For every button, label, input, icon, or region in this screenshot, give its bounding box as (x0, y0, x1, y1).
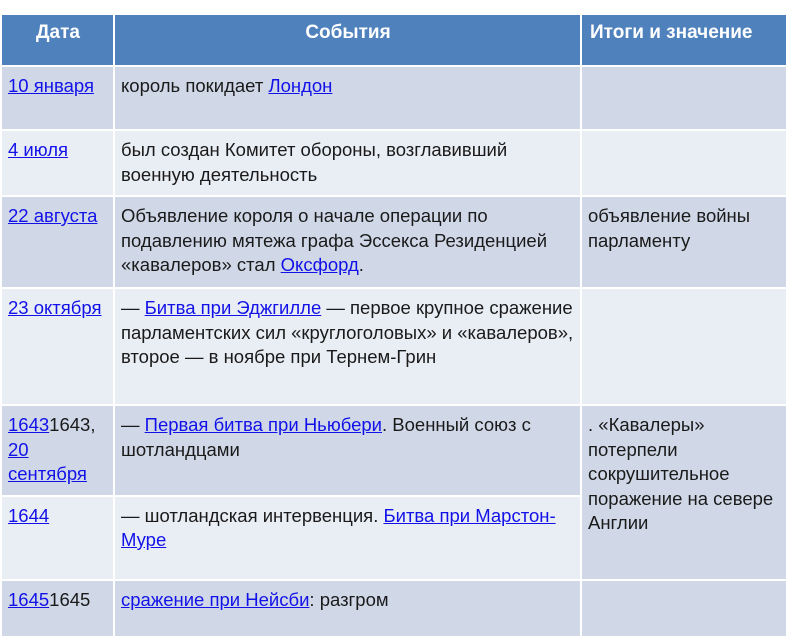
header-events: События (113, 13, 582, 67)
oxford-link[interactable]: Оксфорд (281, 254, 359, 275)
result-cell: объявление войны парламенту (580, 195, 788, 289)
table-row: 23 октября — Битва при Эджгилле — первое… (0, 287, 788, 406)
date-link[interactable]: 20 сентября (8, 439, 87, 485)
event-text: — шотландская интервенция. (121, 504, 384, 526)
events-cell: — Битва при Эджгилле — первое крупное ср… (113, 287, 582, 406)
year-text: 1643 (49, 414, 91, 435)
table-row: 4 июля был создан Комитет обороны, возгл… (0, 129, 788, 197)
london-link[interactable]: Лондон (268, 75, 332, 96)
newbury-battle-link[interactable]: Первая битва при Ньюбери (145, 414, 382, 435)
date-link[interactable]: 22 августа (8, 205, 97, 226)
date-link[interactable]: 23 октября (8, 297, 102, 318)
table-row: 16451645 сражение при Нейсби: разгром (0, 578, 788, 638)
naseby-battle-link[interactable]: сражение при Нейсби (121, 589, 309, 610)
separator-text: , (90, 414, 96, 435)
year-link[interactable]: 1645 (8, 589, 49, 610)
header-date: Дата (0, 13, 115, 67)
events-cell: был создан Комитет обороны, возглавивший… (113, 129, 582, 197)
events-cell: — шотландская интервенция. Битва при Мар… (113, 494, 582, 581)
event-text: . (358, 254, 364, 275)
date-cell: 16431643, 20 сентября (0, 404, 115, 497)
year-text: 1645 (49, 588, 91, 610)
date-cell: 10 января (0, 65, 115, 131)
events-table: Дата События Итоги и значение 10 января … (0, 13, 788, 638)
table-row: 22 августа Объявление короля о начале оп… (0, 195, 788, 289)
date-cell: 16451645 (0, 578, 115, 638)
date-link[interactable]: 4 июля (8, 139, 68, 160)
result-cell (580, 287, 788, 406)
event-text: король покидает (121, 75, 269, 96)
events-cell: Объявление короля о начале операции по п… (113, 195, 582, 289)
result-cell (580, 578, 788, 638)
year-link[interactable]: 1643 (8, 414, 49, 435)
result-cell (580, 129, 788, 197)
events-cell: — Первая битва при Ньюбери. Военный союз… (113, 404, 582, 497)
result-cell: . «Кавалеры» потерпели сокрушительное по… (580, 404, 788, 581)
header-results: Итоги и значение (580, 13, 788, 67)
result-cell (580, 65, 788, 131)
events-cell: сражение при Нейсби: разгром (113, 578, 582, 638)
event-text: : разгром (309, 588, 389, 610)
date-cell: 22 августа (0, 195, 115, 289)
table-row: 10 января король покидает Лондон (0, 65, 788, 131)
date-cell: 1644 (0, 494, 115, 581)
events-cell: король покидает Лондон (113, 65, 582, 131)
date-link[interactable]: 10 января (8, 75, 94, 96)
date-cell: 4 июля (0, 129, 115, 197)
event-text: — (121, 297, 145, 318)
event-text: — (121, 414, 145, 435)
year-link[interactable]: 1644 (8, 505, 49, 526)
header-row: Дата События Итоги и значение (0, 13, 788, 67)
table-row: 16431643, 20 сентября — Первая битва при… (0, 404, 788, 581)
date-cell: 23 октября (0, 287, 115, 406)
edgehill-battle-link[interactable]: Битва при Эджгилле (145, 297, 322, 318)
event-text: был создан Комитет обороны, возглавивший… (121, 139, 508, 185)
